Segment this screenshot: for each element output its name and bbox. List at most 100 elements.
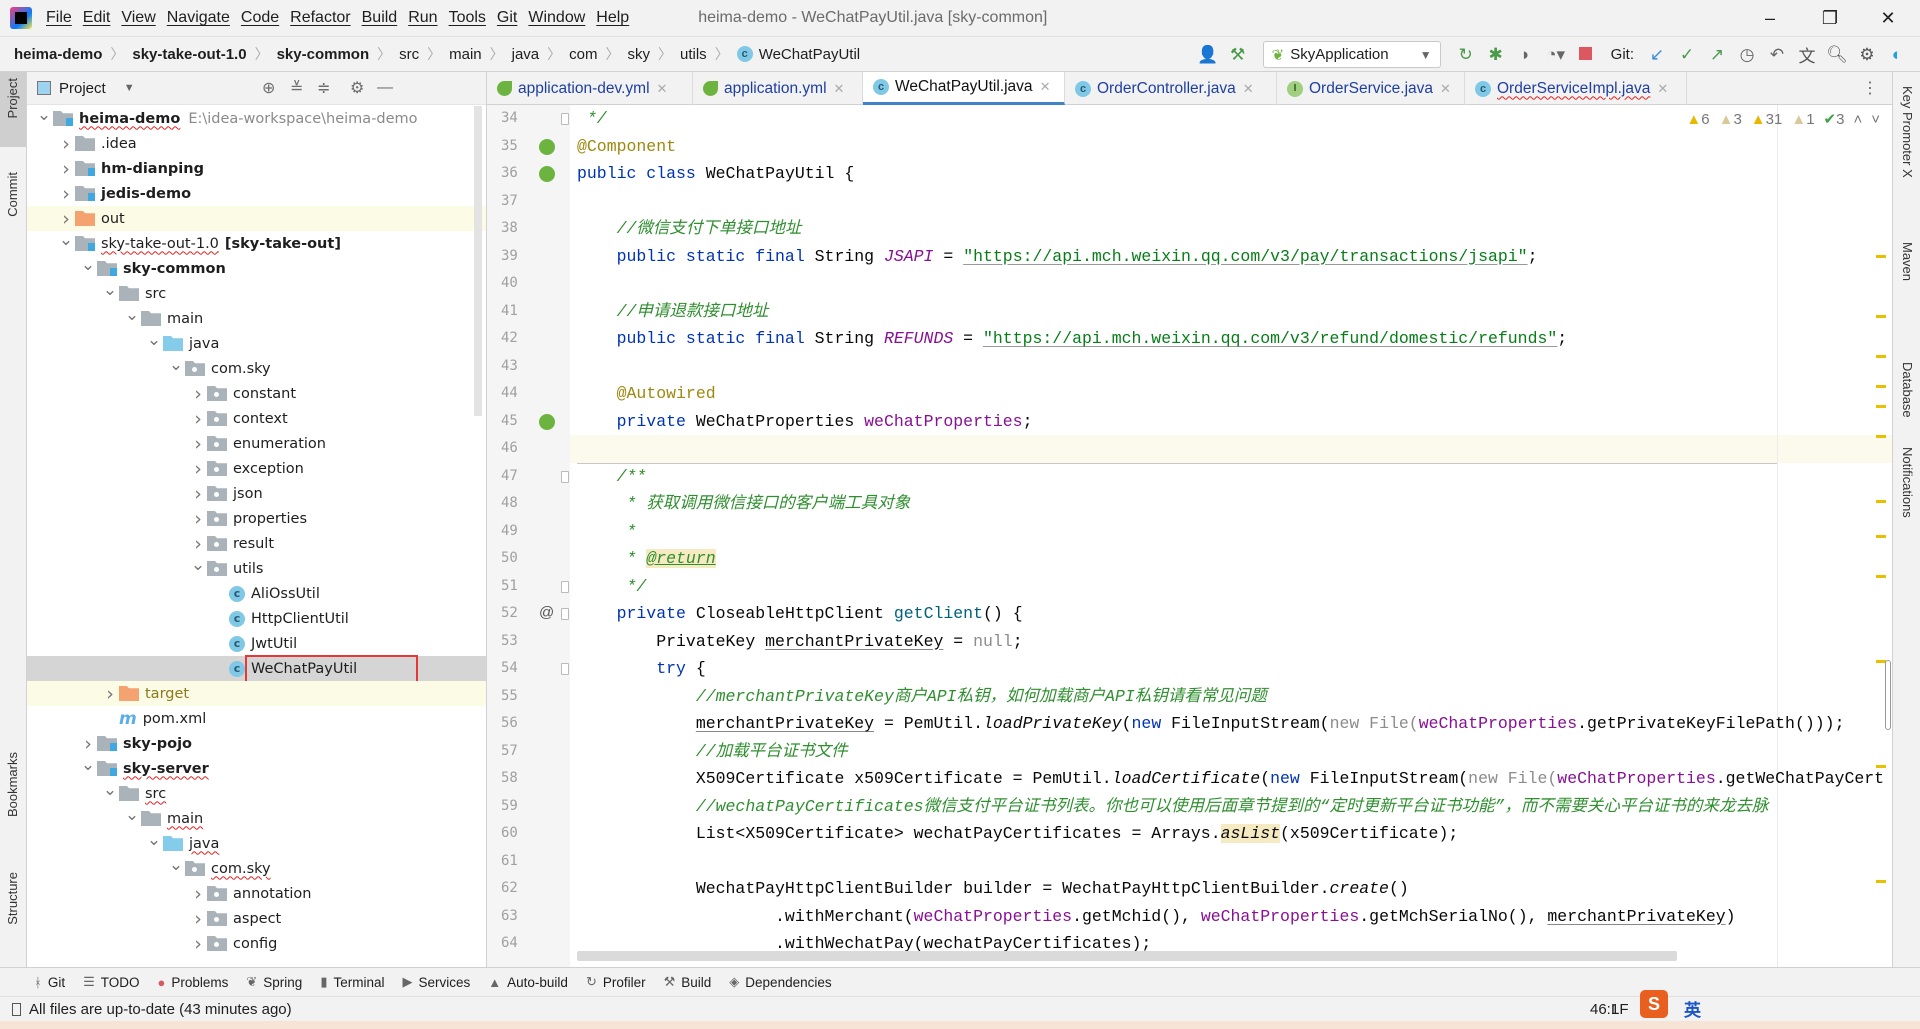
build-hammer-icon[interactable]: ⚒ — [1223, 45, 1253, 65]
override-at-icon[interactable]: @ — [539, 604, 554, 621]
tree-row[interactable]: › result — [27, 531, 486, 556]
tree-row[interactable]: › .idea — [27, 131, 486, 156]
bookmarks-tool-button[interactable]: Bookmarks — [5, 752, 20, 817]
tab-application-yml[interactable]: application.yml ✕ — [693, 72, 863, 105]
tree-row[interactable]: ⌄ main — [27, 305, 486, 331]
coverage-icon[interactable]: ◗ — [1511, 45, 1541, 65]
restore-button[interactable]: ❐ — [1800, 0, 1860, 36]
warning-stripe[interactable] — [1876, 435, 1886, 438]
tree-row[interactable]: ⌄ sky-server — [27, 755, 486, 781]
tool-dependencies[interactable]: ◈ Dependencies — [729, 974, 831, 990]
breadcrumb-item[interactable]: utils 〉 — [680, 44, 737, 64]
fold-marker-icon[interactable] — [561, 113, 569, 125]
chevron-down-icon[interactable]: ⌄ — [145, 830, 163, 850]
menu-navigate[interactable]: Navigate — [167, 9, 230, 26]
tree-row[interactable]: ⌄ src — [27, 780, 486, 806]
chevron-down-icon[interactable]: ⌄ — [79, 255, 97, 275]
chevron-right-icon[interactable]: › — [189, 483, 207, 505]
chevron-down-icon[interactable]: ⌄ — [167, 355, 185, 375]
typos-count[interactable]: ▲31 — [1751, 111, 1783, 128]
chevron-down-icon[interactable]: ⌄ — [123, 805, 141, 825]
tree-row[interactable]: ⌄ java — [27, 830, 486, 856]
warning-stripe[interactable] — [1876, 405, 1886, 408]
chevron-down-icon[interactable]: ⌄ — [101, 780, 119, 800]
tool-git[interactable]: ᚼ Git — [34, 975, 65, 990]
close-tab-icon[interactable]: ✕ — [834, 81, 845, 97]
fold-marker-icon[interactable] — [561, 608, 569, 620]
close-tab-icon[interactable]: ✕ — [1040, 79, 1051, 95]
tree-row[interactable]: c HttpClientUtil — [27, 606, 486, 631]
spring-bean-icon[interactable] — [539, 166, 555, 182]
rerun-icon[interactable]: ↻ — [1451, 45, 1481, 65]
tree-row[interactable]: › config — [27, 931, 486, 956]
tab-orderservice-java[interactable]: I OrderService.java ✕ — [1277, 72, 1465, 105]
line-separator[interactable]: LF — [1611, 1001, 1629, 1018]
tree-row[interactable]: › context — [27, 406, 486, 431]
breadcrumb-item[interactable]: heima-demo 〉 — [14, 44, 132, 64]
chevron-right-icon[interactable]: › — [189, 433, 207, 455]
project-tool-button[interactable]: Project — [5, 78, 20, 118]
jetbrains-toolbox-icon[interactable]: ◐ — [1882, 45, 1912, 65]
tree-row[interactable]: c AliOssUtil — [27, 581, 486, 606]
ok-count[interactable]: ✔3 — [1824, 110, 1845, 128]
user-icon[interactable]: 👤 — [1193, 45, 1223, 65]
breadcrumb-item[interactable]: com 〉 — [569, 44, 627, 64]
menu-build[interactable]: Build — [362, 9, 398, 26]
close-window-button[interactable]: ✕ — [1858, 0, 1918, 36]
vertical-scrollbar[interactable] — [1885, 660, 1891, 730]
tab-orderserviceimpl-java[interactable]: c OrderServiceImpl.java ✕ — [1465, 72, 1687, 105]
menu-git[interactable]: Git — [497, 9, 517, 26]
tree-row[interactable]: › constant — [27, 381, 486, 406]
warning-stripe[interactable] — [1876, 575, 1886, 578]
tab-ordercontroller-java[interactable]: c OrderController.java ✕ — [1065, 72, 1277, 105]
tree-row[interactable]: c JwtUtil — [27, 631, 486, 656]
horizontal-scrollbar[interactable] — [577, 951, 1677, 961]
debug-icon[interactable]: ✱ — [1481, 45, 1511, 65]
tool-terminal[interactable]: ▮ Terminal — [320, 974, 384, 990]
spring-bean-icon[interactable] — [539, 138, 555, 155]
structure-tool-button[interactable]: Structure — [5, 872, 20, 925]
gear-icon[interactable]: ⚙ — [1852, 45, 1882, 65]
menu-file[interactable]: File — [46, 9, 72, 26]
tree-row[interactable]: › aspect — [27, 906, 486, 931]
menu-refactor[interactable]: Refactor — [290, 9, 350, 26]
chevron-down-icon[interactable]: ⌄ — [189, 555, 207, 575]
tree-row[interactable]: ⌄ heima-demo E:\idea-workspace\heima-demo — [27, 105, 486, 131]
minimize-button[interactable]: – — [1740, 0, 1800, 36]
other-count[interactable]: ▲1 — [1791, 111, 1814, 128]
maven-tool-button[interactable]: Maven — [1900, 242, 1915, 281]
chevron-right-icon[interactable]: › — [189, 408, 207, 430]
chevron-down-icon[interactable]: ⌄ — [145, 330, 163, 350]
breadcrumb-item[interactable]: java 〉 — [512, 44, 570, 64]
tree-row[interactable]: m pom.xml — [27, 706, 486, 731]
chevron-right-icon[interactable]: › — [189, 908, 207, 930]
breadcrumb-item[interactable]: sky-take-out-1.0 〉 — [132, 44, 276, 64]
tree-row[interactable]: › properties — [27, 506, 486, 531]
menu-run[interactable]: Run — [408, 9, 437, 26]
tool-profiler[interactable]: ↻ Profiler — [586, 974, 646, 990]
close-tab-icon[interactable]: ✕ — [1440, 81, 1451, 97]
breadcrumb-item[interactable]: c WeChatPayUtil — [736, 44, 860, 64]
tree-row[interactable]: › json — [27, 481, 486, 506]
chevron-down-icon[interactable]: ⌄ — [167, 855, 185, 875]
chevron-right-icon[interactable]: › — [189, 508, 207, 530]
history-icon[interactable]: ◷ — [1732, 45, 1762, 65]
chevron-down-icon[interactable]: ⌄ — [35, 105, 53, 125]
tree-row[interactable]: ⌄ com.sky — [27, 355, 486, 381]
locate-file-icon[interactable]: ⊕ — [262, 78, 275, 98]
fold-marker-icon[interactable] — [561, 580, 569, 593]
warnings-count[interactable]: ▲6 — [1686, 111, 1709, 128]
chevron-right-icon[interactable]: › — [101, 683, 119, 705]
rollback-icon[interactable]: ↶ — [1762, 45, 1792, 65]
warning-stripe[interactable] — [1876, 385, 1886, 388]
key-promoter-tool-button[interactable]: Key Promoter X — [1900, 86, 1915, 178]
menu-help[interactable]: Help — [596, 9, 629, 26]
profile-icon[interactable]: ◔▾ — [1541, 45, 1571, 65]
chevron-right-icon[interactable]: › — [79, 733, 97, 755]
close-tab-icon[interactable]: ✕ — [1657, 81, 1668, 97]
tree-row[interactable]: › hm-dianping — [27, 156, 486, 181]
chevron-down-icon[interactable]: ⌄ — [123, 305, 141, 325]
chevron-right-icon[interactable]: › — [57, 183, 75, 205]
tab-wechatpayutil-java[interactable]: c WeChatPayUtil.java ✕ — [863, 72, 1065, 105]
tool-problems[interactable]: ● Problems — [158, 975, 229, 990]
